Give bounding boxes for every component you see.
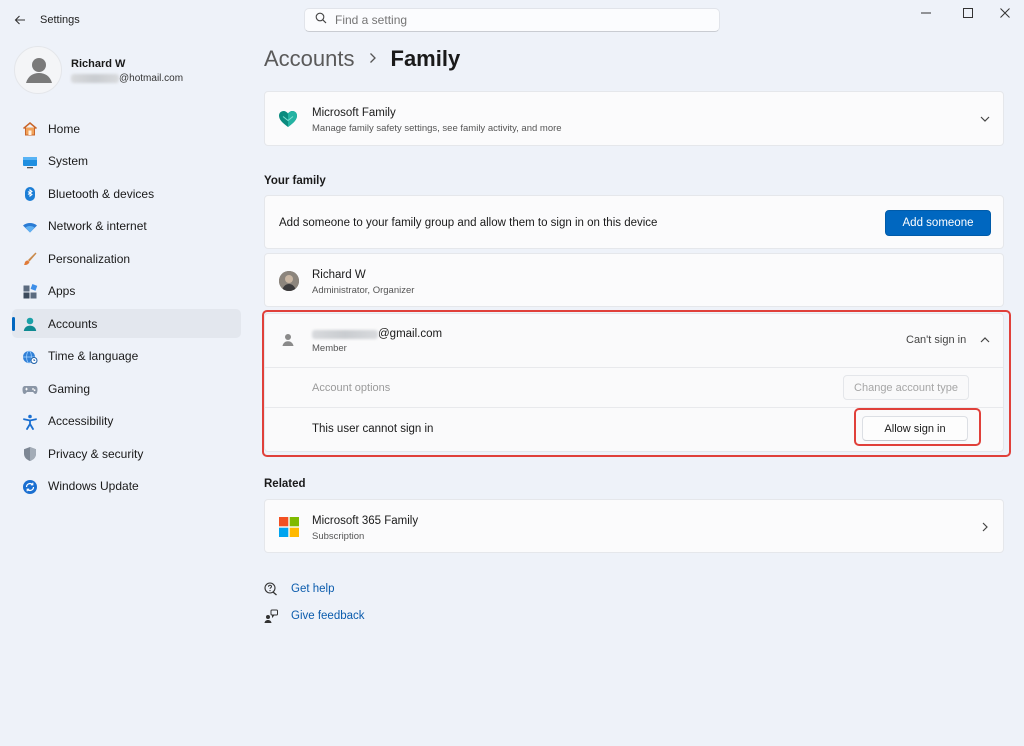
accessibility-icon — [21, 413, 39, 431]
page-title: Family — [390, 46, 461, 71]
sidebar-item-label: Time & language — [48, 349, 139, 363]
sidebar-item-accessibility[interactable]: Accessibility — [12, 407, 241, 436]
give-feedback-link[interactable]: Give feedback — [291, 610, 365, 622]
microsoft-family-subtitle: Manage family safety settings, see famil… — [312, 123, 562, 134]
person-icon — [21, 315, 39, 333]
feedback-icon — [264, 609, 278, 628]
microsoft-365-subtitle: Subscription — [312, 531, 365, 542]
sidebar-nav: Home System Bluetooth & devices Network … — [12, 114, 241, 504]
avatar — [14, 46, 62, 94]
back-arrow-icon[interactable] — [10, 10, 30, 30]
sidebar-item-personalization[interactable]: Personalization — [12, 244, 241, 273]
change-account-type-button[interactable]: Change account type — [843, 375, 969, 400]
minimize-icon[interactable] — [909, 4, 943, 22]
add-family-text: Add someone to your family group and all… — [279, 217, 658, 229]
sidebar-item-label: Accessibility — [48, 414, 114, 428]
sidebar-item-label: Apps — [48, 284, 76, 298]
account-options-row: Account options Change account type — [265, 368, 1003, 408]
organizer-card: Richard W Administrator, Organizer — [264, 253, 1004, 307]
member-header[interactable]: @gmail.com Member Can't sign in — [265, 314, 1003, 368]
chevron-down-icon[interactable] — [977, 111, 993, 127]
update-icon — [21, 478, 39, 496]
sidebar-item-windows-update[interactable]: Windows Update — [12, 472, 241, 501]
sidebar-item-label: Accounts — [48, 316, 98, 331]
sidebar-item-network[interactable]: Network & internet — [12, 212, 241, 241]
chevron-right-icon[interactable] — [977, 519, 993, 535]
close-icon[interactable] — [988, 4, 1022, 22]
member-role: Member — [312, 343, 347, 354]
bluetooth-icon — [21, 185, 39, 203]
sidebar-item-label: Bluetooth & devices — [48, 186, 155, 201]
sidebar-item-label: Network & internet — [48, 219, 147, 233]
member-email: @gmail.com — [312, 328, 442, 340]
shield-icon — [21, 445, 39, 463]
allow-sign-in-button[interactable]: Allow sign in — [862, 416, 968, 441]
sidebar-item-accounts[interactable]: Accounts — [12, 309, 241, 338]
gamepad-icon — [21, 380, 39, 398]
app-title: Settings — [40, 14, 80, 26]
profile-email: @hotmail.com — [71, 73, 183, 84]
microsoft-family-card[interactable]: Microsoft Family Manage family safety se… — [264, 91, 1004, 146]
title-bar: Settings — [0, 0, 1024, 40]
related-heading: Related — [264, 478, 306, 490]
apps-icon — [21, 283, 39, 301]
microsoft-365-title: Microsoft 365 Family — [312, 515, 419, 527]
sidebar-item-system[interactable]: System — [12, 147, 241, 176]
member-status: Can't sign in — [906, 334, 967, 346]
redacted-text — [312, 329, 378, 339]
member-card: @gmail.com Member Can't sign in Account … — [264, 313, 1004, 452]
sidebar-item-home[interactable]: Home — [12, 114, 241, 143]
family-heart-icon — [278, 109, 298, 134]
sidebar-item-label: Personalization — [48, 251, 131, 266]
sidebar-item-label: Windows Update — [48, 479, 139, 493]
sign-in-row: This user cannot sign in Allow sign in — [265, 408, 1003, 451]
user-profile[interactable]: Richard W @hotmail.com — [14, 46, 234, 98]
member-email-domain: @gmail.com — [378, 328, 443, 340]
sidebar-item-bluetooth[interactable]: Bluetooth & devices — [12, 179, 241, 208]
account-options-label: Account options — [312, 382, 391, 394]
redacted-text — [71, 74, 119, 83]
microsoft-365-card[interactable]: Microsoft 365 Family Subscription — [264, 499, 1004, 553]
sidebar-item-label: Gaming — [48, 381, 91, 396]
search-input[interactable] — [335, 13, 695, 27]
chevron-right-icon — [369, 51, 377, 67]
sidebar-item-label: Privacy & security — [48, 446, 144, 461]
search-icon — [315, 11, 327, 29]
sidebar-item-time-language[interactable]: Time & language — [12, 342, 241, 371]
your-family-heading: Your family — [264, 175, 326, 187]
organizer-role: Administrator, Organizer — [312, 285, 415, 296]
globe-clock-icon — [21, 348, 39, 366]
breadcrumb-parent[interactable]: Accounts — [264, 46, 355, 72]
organizer-avatar — [279, 271, 299, 291]
monitor-icon — [21, 153, 39, 171]
sidebar-item-privacy[interactable]: Privacy & security — [12, 439, 241, 468]
microsoft-logo-icon — [279, 517, 299, 542]
sidebar-item-label: System — [48, 154, 89, 168]
sidebar-item-apps[interactable]: Apps — [12, 277, 241, 306]
profile-email-domain: @hotmail.com — [119, 73, 184, 84]
profile-name: Richard W — [71, 58, 126, 70]
add-someone-button[interactable]: Add someone — [885, 210, 991, 236]
wifi-icon — [21, 218, 39, 236]
microsoft-family-title: Microsoft Family — [312, 107, 396, 119]
brush-icon — [21, 250, 39, 268]
add-family-card: Add someone to your family group and all… — [264, 195, 1004, 249]
organizer-name: Richard W — [312, 269, 366, 281]
maximize-icon[interactable] — [951, 4, 985, 22]
chevron-up-icon[interactable] — [977, 332, 993, 348]
sidebar-item-gaming[interactable]: Gaming — [12, 374, 241, 403]
breadcrumb: Accounts Family — [264, 46, 460, 72]
home-icon — [21, 120, 39, 138]
search-box[interactable] — [304, 8, 720, 32]
sidebar-item-label: Home — [48, 121, 81, 136]
get-help-link[interactable]: Get help — [291, 583, 334, 595]
person-icon — [281, 332, 295, 353]
cannot-sign-in-text: This user cannot sign in — [312, 423, 434, 435]
help-icon — [264, 582, 278, 601]
